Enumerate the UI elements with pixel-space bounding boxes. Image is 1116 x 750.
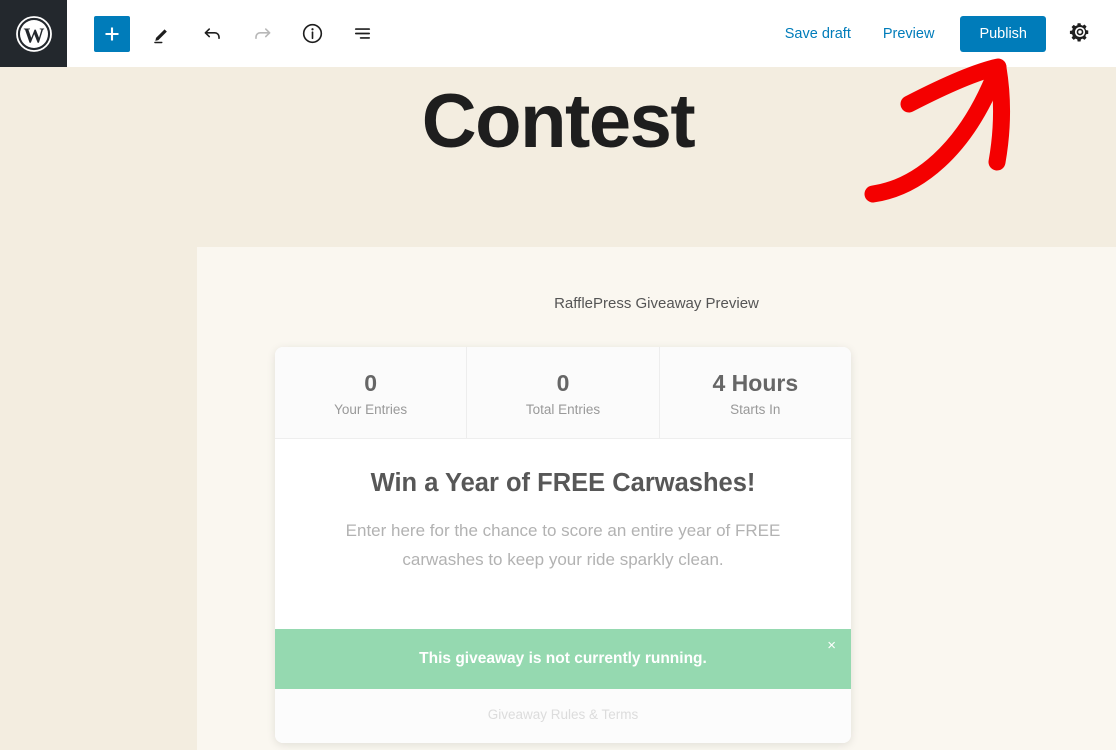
publish-button[interactable]: Publish xyxy=(960,15,1046,52)
wordpress-logo-icon: W xyxy=(14,14,54,54)
giveaway-rules-link[interactable]: Giveaway Rules & Terms xyxy=(488,707,639,722)
info-circle-icon xyxy=(301,22,324,45)
redo-button[interactable] xyxy=(244,16,280,52)
stat-value: 4 Hours xyxy=(712,370,799,396)
stat-label: Your Entries xyxy=(334,401,408,417)
redo-arrow-icon xyxy=(251,22,274,45)
stat-starts-in: 4 Hours Starts In xyxy=(660,347,851,438)
header-left-toolbar xyxy=(67,0,380,67)
giveaway-stats-row: 0 Your Entries 0 Total Entries 4 Hours S… xyxy=(275,347,851,439)
notice-message: This giveaway is not currently running. xyxy=(419,649,707,667)
giveaway-headline: Win a Year of FREE Carwashes! xyxy=(370,468,756,497)
giveaway-footer: Giveaway Rules & Terms xyxy=(275,688,851,743)
header-spacer xyxy=(380,0,769,67)
add-block-button[interactable] xyxy=(94,15,130,52)
stat-total-entries: 0 Total Entries xyxy=(467,347,660,438)
preview-button[interactable]: Preview xyxy=(867,18,951,50)
block-preview-label: RafflePress Giveaway Preview xyxy=(554,295,759,312)
giveaway-description: Enter here for the chance to score an en… xyxy=(345,521,781,569)
giveaway-status-notice: This giveaway is not currently running. … xyxy=(275,628,851,689)
gear-icon xyxy=(1069,21,1091,46)
editor-header: W Save draft Preview Publish xyxy=(0,0,1116,67)
stat-label: Starts In xyxy=(730,401,781,417)
wordpress-logo-button[interactable]: W xyxy=(0,0,67,67)
edit-mode-button[interactable] xyxy=(144,16,180,52)
settings-button[interactable] xyxy=(1060,14,1100,54)
header-right-toolbar: Save draft Preview Publish xyxy=(769,0,1116,67)
save-draft-button[interactable]: Save draft xyxy=(769,18,867,50)
giveaway-body: Win a Year of FREE Carwashes! Enter here… xyxy=(275,438,851,629)
close-icon[interactable]: × xyxy=(822,635,841,656)
giveaway-card: 0 Your Entries 0 Total Entries 4 Hours S… xyxy=(275,347,851,743)
details-info-button[interactable] xyxy=(294,16,330,52)
editor-canvas: Contest RafflePress Giveaway Preview 0 Y… xyxy=(0,67,1116,750)
pencil-icon xyxy=(151,23,173,45)
undo-button[interactable] xyxy=(194,16,230,52)
stat-value: 0 xyxy=(364,370,378,396)
stat-your-entries: 0 Your Entries xyxy=(275,347,468,438)
page-title[interactable]: Contest xyxy=(0,76,1116,167)
list-view-button[interactable] xyxy=(344,16,380,52)
list-view-icon xyxy=(351,22,374,45)
stat-label: Total Entries xyxy=(525,401,601,417)
undo-arrow-icon xyxy=(201,22,224,45)
svg-text:W: W xyxy=(23,23,44,47)
rafflepress-block[interactable]: RafflePress Giveaway Preview 0 Your Entr… xyxy=(197,247,1116,750)
stat-value: 0 xyxy=(556,370,570,396)
